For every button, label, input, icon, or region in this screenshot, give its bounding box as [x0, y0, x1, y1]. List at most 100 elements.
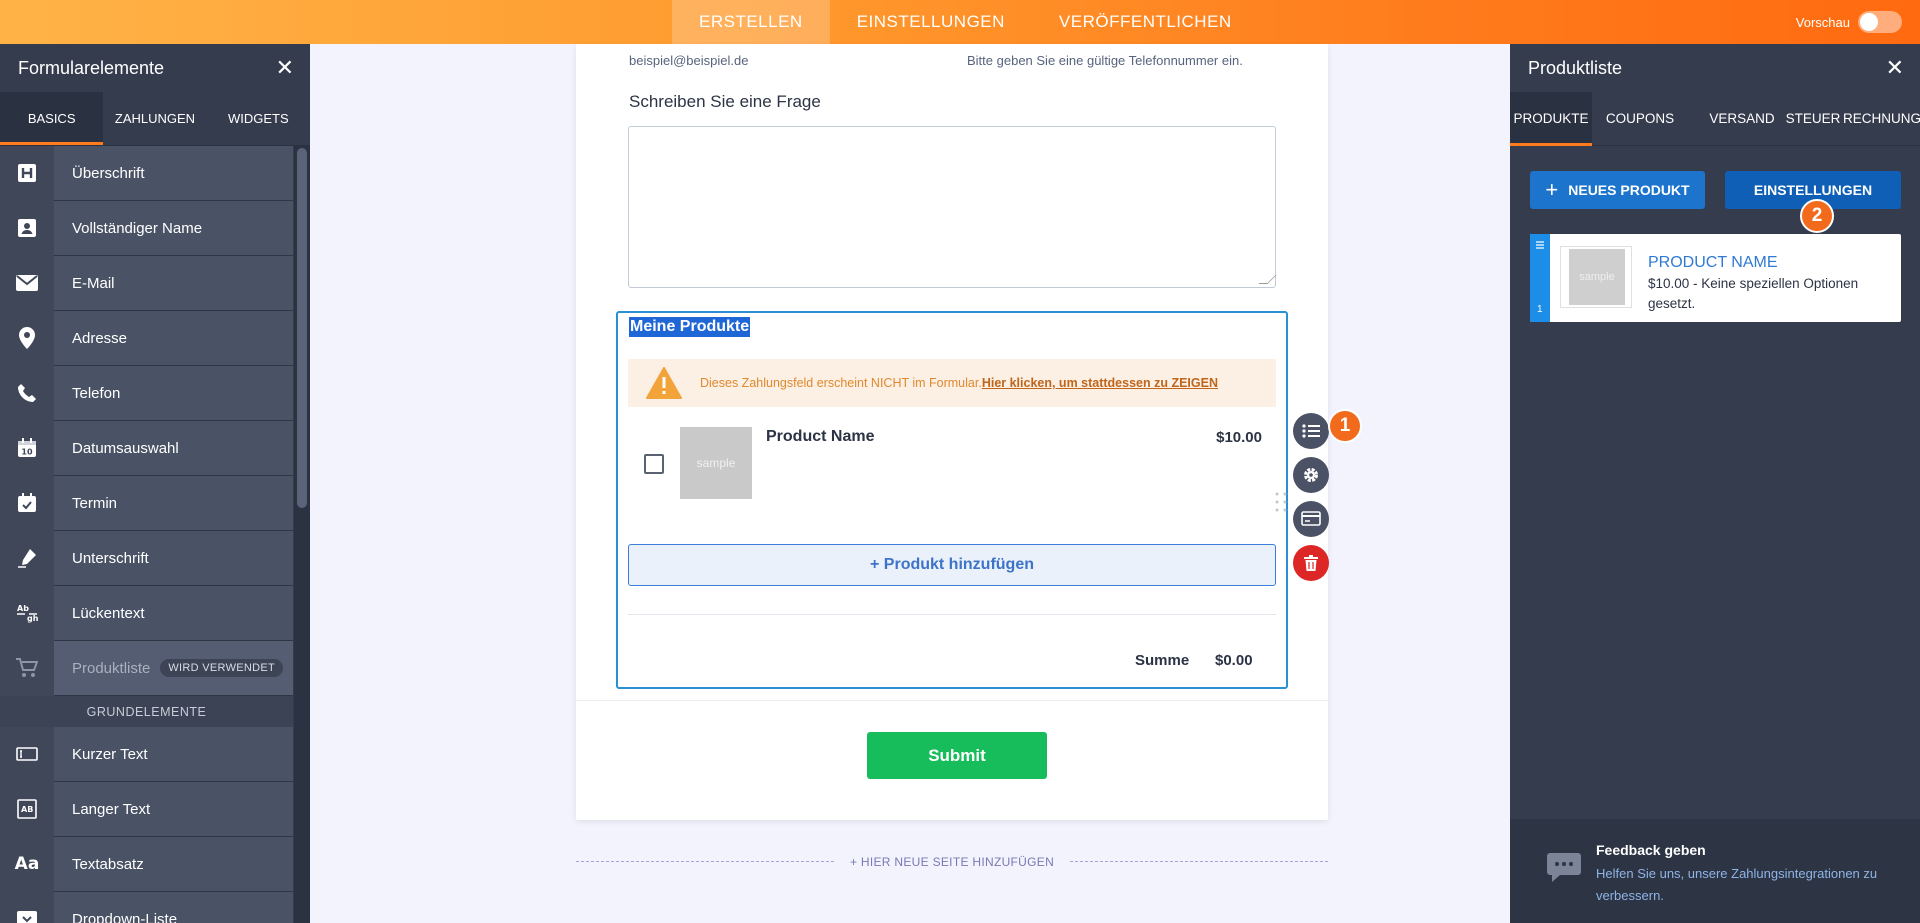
element-date-picker[interactable]: 10 Datumsauswahl [0, 420, 293, 476]
new-product-button[interactable]: + NEUES PRODUKT [1530, 171, 1705, 209]
left-panel-header: Formularelemente ✕ [0, 44, 310, 92]
dashed-line [1070, 861, 1328, 862]
element-label: Termin [72, 494, 118, 512]
form-elements-panel: Formularelemente ✕ BASICS ZAHLUNGEN WIDG… [0, 44, 310, 923]
sum-value: $0.00 [1215, 652, 1253, 669]
product-list-field[interactable]: Meine Produkte Dieses Zahlungsfeld ersch… [616, 311, 1288, 689]
dashed-line [576, 861, 834, 862]
product-list-tool-button[interactable] [1293, 413, 1329, 449]
sum-label: Summe [1135, 652, 1190, 669]
map-pin-icon [0, 310, 54, 366]
short-text-icon [0, 726, 54, 782]
feedback-section: Feedback geben Helfen Sie uns, unsere Za… [1510, 819, 1920, 923]
in-use-badge: WIRD VERWENDET [160, 659, 284, 677]
long-text-icon: AB [0, 781, 54, 837]
cart-icon [0, 640, 54, 696]
right-panel-tabs: PRODUKTE COUPONS VERSAND STEUER RECHNUNG [1510, 92, 1920, 146]
product-card-index: 1 [1537, 304, 1543, 315]
field-settings-button[interactable] [1293, 457, 1329, 493]
element-appointment[interactable]: Termin [0, 475, 293, 531]
close-right-panel-icon[interactable]: ✕ [1886, 57, 1904, 79]
warning-icon [646, 367, 682, 399]
element-label: Datumsauswahl [72, 439, 179, 457]
preview-toggle[interactable] [1858, 11, 1902, 33]
divider [628, 614, 1276, 615]
product-thumbnail: sample [680, 427, 752, 499]
tab-widgets[interactable]: WIDGETS [207, 92, 310, 145]
element-label: Dropdown-Liste [72, 910, 178, 923]
element-label: Vollständiger Name [72, 219, 203, 237]
payment-settings-button[interactable] [1293, 501, 1329, 537]
user-card-icon [0, 200, 54, 256]
heading-icon [0, 145, 54, 201]
element-phone[interactable]: Telefon [0, 365, 293, 421]
top-navigation-bar: ERSTELLEN EINSTELLUNGEN VERÖFFENTLICHEN … [0, 0, 1920, 44]
calendar-icon: 10 [0, 420, 54, 476]
preview-label: Vorschau [1795, 14, 1850, 30]
element-paragraph[interactable]: Aa Textabsatz [0, 836, 293, 892]
element-signature[interactable]: Unterschrift [0, 530, 293, 586]
settings-label: EINSTELLUNGEN [1753, 182, 1873, 198]
element-long-text[interactable]: AB Langer Text [0, 781, 293, 837]
drag-handle-icon[interactable] [1274, 491, 1288, 513]
add-new-page-link[interactable]: + HIER NEUE SEITE HINZUFÜGEN [834, 855, 1070, 869]
tab-zahlungen[interactable]: ZAHLUNGEN [103, 92, 206, 145]
left-panel-scrollbar[interactable] [294, 146, 310, 923]
product-card-handle[interactable]: 1 [1530, 234, 1550, 322]
svg-text:AB: AB [21, 805, 33, 814]
product-block-title[interactable]: Meine Produkte [629, 317, 751, 337]
element-address[interactable]: Adresse [0, 310, 293, 366]
feedback-text[interactable]: Helfen Sie uns, unsere Zahlungsintegrati… [1596, 863, 1896, 907]
element-label: Überschrift [72, 164, 145, 182]
divider [576, 700, 1328, 701]
svg-text:gh: gh [27, 614, 38, 623]
scrollbar-thumb[interactable] [297, 148, 307, 508]
product-checkbox[interactable] [644, 454, 664, 474]
tab-veroeffentlichen[interactable]: VERÖFFENTLICHEN [1032, 0, 1259, 44]
tab-versand[interactable]: VERSAND [1702, 92, 1782, 146]
question-label[interactable]: Schreiben Sie eine Frage [629, 92, 821, 112]
tab-erstellen[interactable]: ERSTELLEN [672, 0, 830, 44]
tab-einstellungen[interactable]: EINSTELLUNGEN [830, 0, 1032, 44]
element-label: Telefon [72, 384, 121, 402]
element-dropdown[interactable]: Dropdown-Liste [0, 891, 293, 923]
envelope-icon [0, 255, 54, 311]
submit-button[interactable]: Submit [867, 732, 1047, 779]
element-label: Produktliste [72, 659, 151, 677]
tab-coupons[interactable]: COUPONS [1600, 92, 1680, 146]
tab-basics[interactable]: BASICS [0, 92, 104, 145]
step-badge-2: 2 [1800, 199, 1834, 233]
warning-text: Dieses Zahlungsfeld erscheint NICHT im F… [700, 376, 982, 390]
product-price: $10.00 [1216, 429, 1262, 446]
tab-rechnung[interactable]: RECHNUNG [1834, 92, 1920, 146]
tab-produkte[interactable]: PRODUKTE [1510, 92, 1592, 146]
sample-image: sample [1569, 249, 1625, 305]
phone-sublabel: Bitte geben Sie eine gültige Telefonnumm… [967, 53, 1243, 68]
form-elements-list: Überschrift Vollständiger Name E-Mail Ad… [0, 145, 293, 923]
close-left-panel-icon[interactable]: ✕ [276, 57, 294, 79]
element-fill-in-blank[interactable]: Ab gh Lückentext [0, 585, 293, 641]
question-textarea[interactable] [628, 126, 1276, 288]
pen-icon [0, 530, 54, 586]
fill-blank-icon: Ab gh [0, 585, 54, 641]
left-panel-title: Formularelemente [18, 57, 165, 78]
element-product-list[interactable]: Produktliste WIRD VERWENDET [0, 640, 293, 696]
element-label: Textabsatz [72, 855, 144, 873]
gear-icon [1304, 468, 1318, 482]
preview-control: Vorschau [1796, 0, 1902, 44]
add-product-button[interactable]: + Produkt hinzufügen [628, 544, 1276, 586]
element-label: E-Mail [72, 274, 115, 292]
phone-icon [0, 365, 54, 421]
feedback-title[interactable]: Feedback geben [1596, 842, 1706, 858]
element-label: Unterschrift [72, 549, 149, 567]
product-item: sample Product Name $10.00 [628, 427, 1276, 501]
product-card[interactable]: 1 sample PRODUCT NAME $10.00 - Keine spe… [1530, 234, 1901, 322]
element-short-text[interactable]: Kurzer Text [0, 726, 293, 782]
element-heading[interactable]: Überschrift [0, 145, 293, 201]
element-email[interactable]: E-Mail [0, 255, 293, 311]
delete-field-button[interactable] [1293, 545, 1329, 581]
show-payment-link[interactable]: Hier klicken, um stattdessen zu ZEIGEN [982, 376, 1218, 390]
form-canvas: beispiel@beispiel.de Bitte geben Sie ein… [576, 44, 1328, 820]
element-full-name[interactable]: Vollständiger Name [0, 200, 293, 256]
right-panel-header: Produktliste ✕ [1510, 44, 1920, 92]
